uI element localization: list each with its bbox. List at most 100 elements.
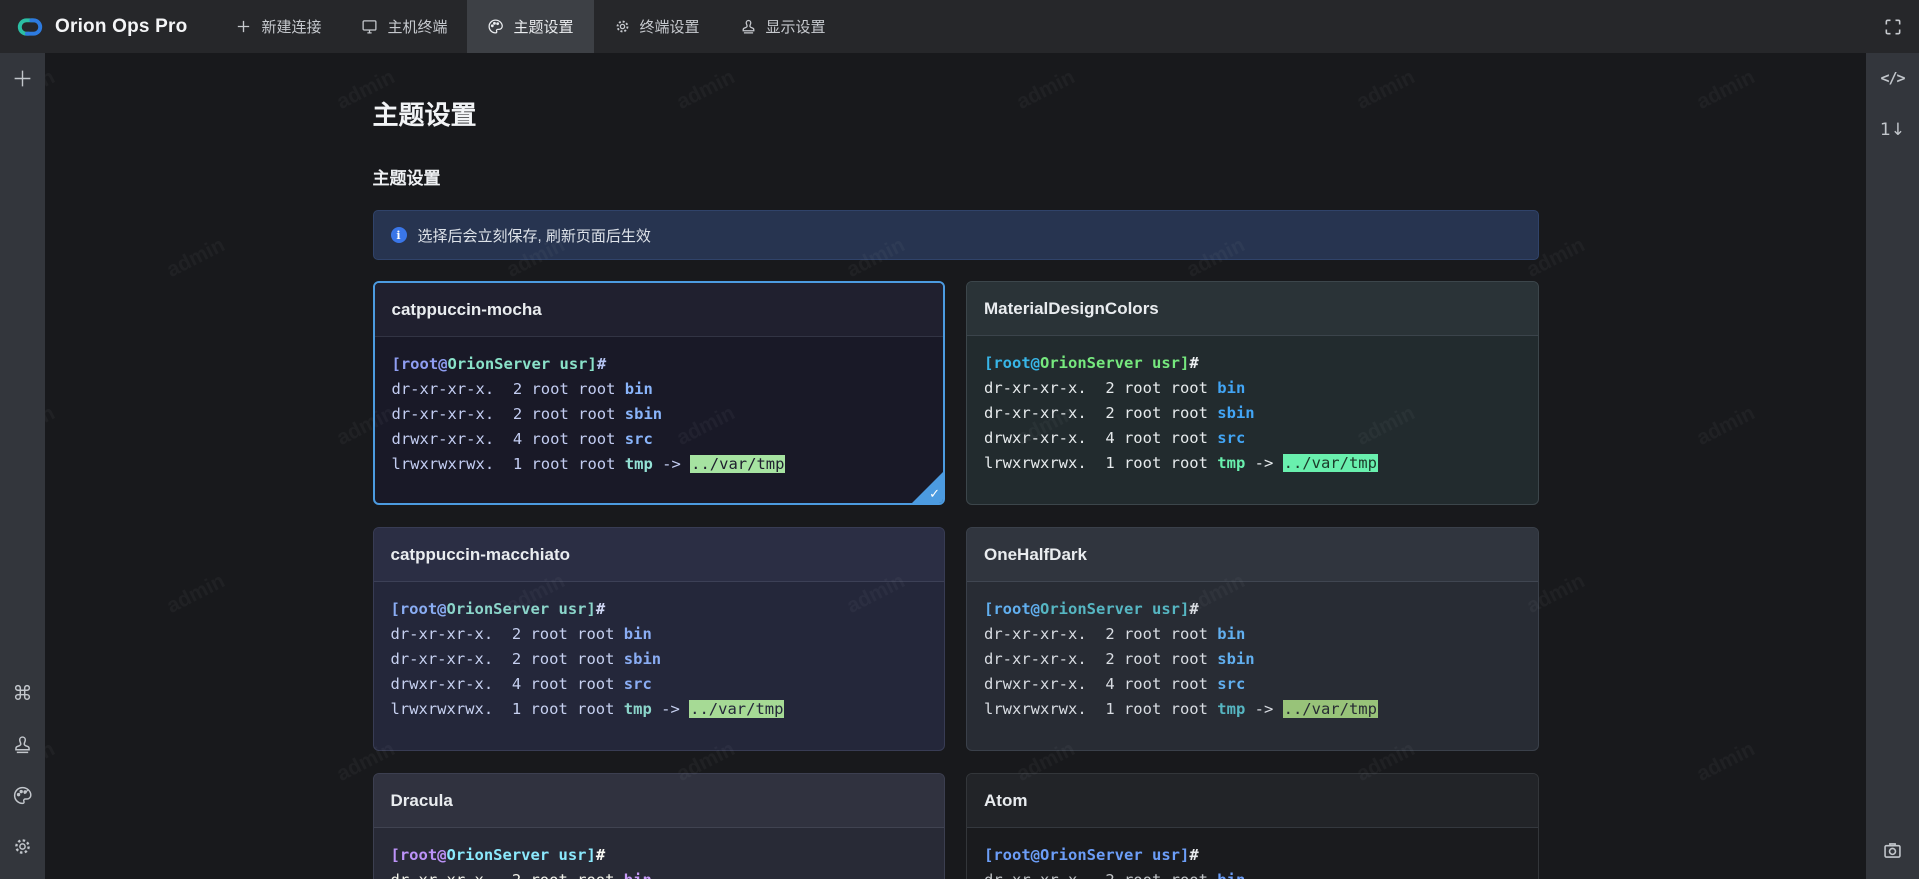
terminal-prompt-line: [root@OrionServer usr]# [984, 351, 1521, 376]
tab-new-connection[interactable]: 新建连接 [215, 0, 341, 53]
tab-label: 主机终端 [387, 16, 447, 37]
terminal-line: drwxr-xr-x. 4 root root src [391, 672, 928, 697]
terminal-line: dr-xr-xr-x. 2 root root bin [984, 868, 1521, 879]
terminal-preview: [root@OrionServer usr]# dr-xr-xr-x. 2 roo… [967, 336, 1538, 488]
theme-card-MaterialDesignColors[interactable]: MaterialDesignColors[root@OrionServer us… [966, 281, 1539, 505]
terminal-text: drwxr-xr-x. 4 root root [984, 429, 1217, 447]
theme-card-Dracula[interactable]: Dracula[root@OrionServer usr]#dr-xr-xr-x… [373, 773, 946, 879]
terminal-text: # [597, 355, 606, 373]
alert-text: 选择后会立刻保存, 刷新页面后生效 [418, 225, 651, 246]
orion-logo-icon [14, 11, 46, 43]
main-content: 主题设置 主题设置 i 选择后会立刻保存, 刷新页面后生效 catppuccin… [45, 53, 1866, 879]
watermark-text: admin [1863, 233, 1866, 282]
watermark-text: admin [45, 65, 59, 114]
terminal-text: [root@ [392, 355, 448, 373]
terminal-prompt-line: [root@OrionServer usr]# [984, 597, 1521, 622]
terminal-text: lrwxrwxrwx. 1 root root [984, 454, 1217, 472]
tab-terminal-settings[interactable]: 终端设置 [594, 0, 720, 53]
terminal-text: drwxr-xr-x. 4 root root [391, 675, 624, 693]
terminal-text: OrionServer usr] [1040, 600, 1189, 618]
layout: ⌘ 主题设置 主题设置 i 选择后会立刻保存, 刷新页面后生效 catppucc… [0, 53, 1919, 879]
tab-display-settings[interactable]: 显示设置 [720, 0, 846, 53]
left-sidebar: ⌘ [0, 53, 45, 879]
theme-card-OneHalfDark[interactable]: OneHalfDark[root@OrionServer usr]#dr-xr-… [966, 527, 1539, 751]
terminal-text: dr-xr-xr-x. 2 root root [984, 625, 1217, 643]
terminal-text: [root@ [391, 600, 447, 618]
theme-card-title: Dracula [374, 774, 945, 828]
terminal-line: dr-xr-xr-x. 2 root root sbin [984, 401, 1521, 426]
tab-label: 主题设置 [513, 16, 573, 37]
terminal-line: drwxr-xr-x. 4 root root src [984, 672, 1521, 697]
terminal-preview: [root@OrionServer usr]#dr-xr-xr-x. 2 roo… [374, 828, 945, 879]
terminal-text: -> [1245, 700, 1282, 718]
gear-icon[interactable] [12, 835, 34, 857]
terminal-line: lrwxrwxrwx. 1 root root tmp -> ../var/tm… [984, 697, 1521, 722]
section-title: 主题设置 [373, 164, 1539, 189]
sort-lines-icon[interactable]: 1↓ [1882, 119, 1904, 141]
terminal-text: dr-xr-xr-x. 2 root root [984, 650, 1217, 668]
terminal-text: OrionServer usr] [447, 600, 596, 618]
selected-check-icon: ✓ [929, 487, 940, 502]
tab-label: 终端设置 [640, 16, 700, 37]
terminal-text: dr-xr-xr-x. 2 root root [391, 625, 624, 643]
terminal-text: OrionServer usr] [1040, 354, 1189, 372]
terminal-text: OrionServer usr] [447, 846, 596, 864]
terminal-text: dr-xr-xr-x. 2 root root [984, 404, 1217, 422]
terminal-text: sbin [625, 405, 662, 423]
terminal-text: drwxr-xr-x. 4 root root [984, 675, 1217, 693]
terminal-line: dr-xr-xr-x. 2 root root sbin [391, 647, 928, 672]
terminal-text: bin [624, 625, 652, 643]
add-icon[interactable] [12, 67, 34, 89]
watermark-text: admin [45, 401, 59, 450]
terminal-text: [root@ [391, 846, 447, 864]
terminal-text: lrwxrwxrwx. 1 root root [391, 700, 624, 718]
terminal-line: dr-xr-xr-x. 2 root root bin [984, 622, 1521, 647]
camera-icon[interactable] [1882, 839, 1904, 861]
command-icon[interactable]: ⌘ [12, 682, 34, 704]
terminal-text: tmp [625, 455, 653, 473]
terminal-text: lrwxrwxrwx. 1 root root [392, 455, 625, 473]
watermark-text: admin [1693, 737, 1759, 786]
tab-theme-settings[interactable]: 主题设置 [467, 0, 593, 53]
terminal-text: src [1217, 429, 1245, 447]
terminal-text: sbin [1217, 650, 1254, 668]
terminal-text: -> [653, 455, 690, 473]
terminal-line: drwxr-xr-x. 4 root root src [392, 427, 927, 452]
terminal-text: [root@ [984, 600, 1040, 618]
watermark-text: admin [163, 233, 229, 282]
terminal-line: dr-xr-xr-x. 2 root root bin [391, 622, 928, 647]
terminal-text: lrwxrwxrwx. 1 root root [984, 700, 1217, 718]
page-title: 主题设置 [373, 95, 1539, 132]
theme-card-catppuccin-macchiato[interactable]: catppuccin-macchiato [root@OrionServer us… [373, 527, 946, 751]
terminal-text: sbin [1217, 404, 1254, 422]
theme-card-Atom[interactable]: Atom[root@OrionServer usr]#dr-xr-xr-x. 2… [966, 773, 1539, 879]
theme-card-title: Atom [967, 774, 1538, 828]
terminal-prompt-line: [root@OrionServer usr]# [984, 843, 1521, 868]
palette-icon[interactable] [12, 784, 34, 806]
tab-host-terminal[interactable]: 主机终端 [341, 0, 467, 53]
terminal-text: sbin [624, 650, 661, 668]
watermark-text: admin [45, 737, 59, 786]
theme-card-catppuccin-mocha[interactable]: catppuccin-mocha[root@OrionServer usr]#d… [373, 281, 946, 505]
nav-tabs: 新建连接 主机终端 主题设置 终端设置 显示设置 [215, 0, 845, 53]
terminal-preview: [root@OrionServer usr]#dr-xr-xr-x. 2 roo… [375, 337, 944, 489]
terminal-text: # [1189, 600, 1198, 618]
terminal-text: -> [652, 700, 689, 718]
palette-icon [487, 18, 504, 35]
terminal-preview: [root@OrionServer usr]#dr-xr-xr-x. 2 roo… [967, 828, 1538, 879]
terminal-text: OrionServer usr] [1040, 846, 1189, 864]
top-navbar: Orion Ops Pro 新建连接 主机终端 主题设置 终端设置 显示设置 [0, 0, 1919, 53]
terminal-line: lrwxrwxrwx. 1 root root tmp -> ../var/tm… [392, 452, 927, 477]
fullscreen-icon[interactable] [1883, 17, 1903, 37]
theme-card-title: catppuccin-macchiato [374, 528, 945, 582]
terminal-text: tmp [624, 700, 652, 718]
terminal-text: src [624, 675, 652, 693]
right-sidebar: </> 1↓ [1866, 53, 1919, 879]
terminal-text: dr-xr-xr-x. 2 root root [391, 650, 624, 668]
terminal-text: dr-xr-xr-x. 2 root root [984, 871, 1217, 879]
terminal-preview: [root@OrionServer usr]#dr-xr-xr-x. 2 roo… [967, 582, 1538, 734]
tab-label: 新建连接 [261, 16, 321, 37]
stamp-icon[interactable] [12, 733, 34, 755]
stamp-icon [740, 18, 757, 35]
code-icon[interactable]: </> [1882, 67, 1904, 89]
